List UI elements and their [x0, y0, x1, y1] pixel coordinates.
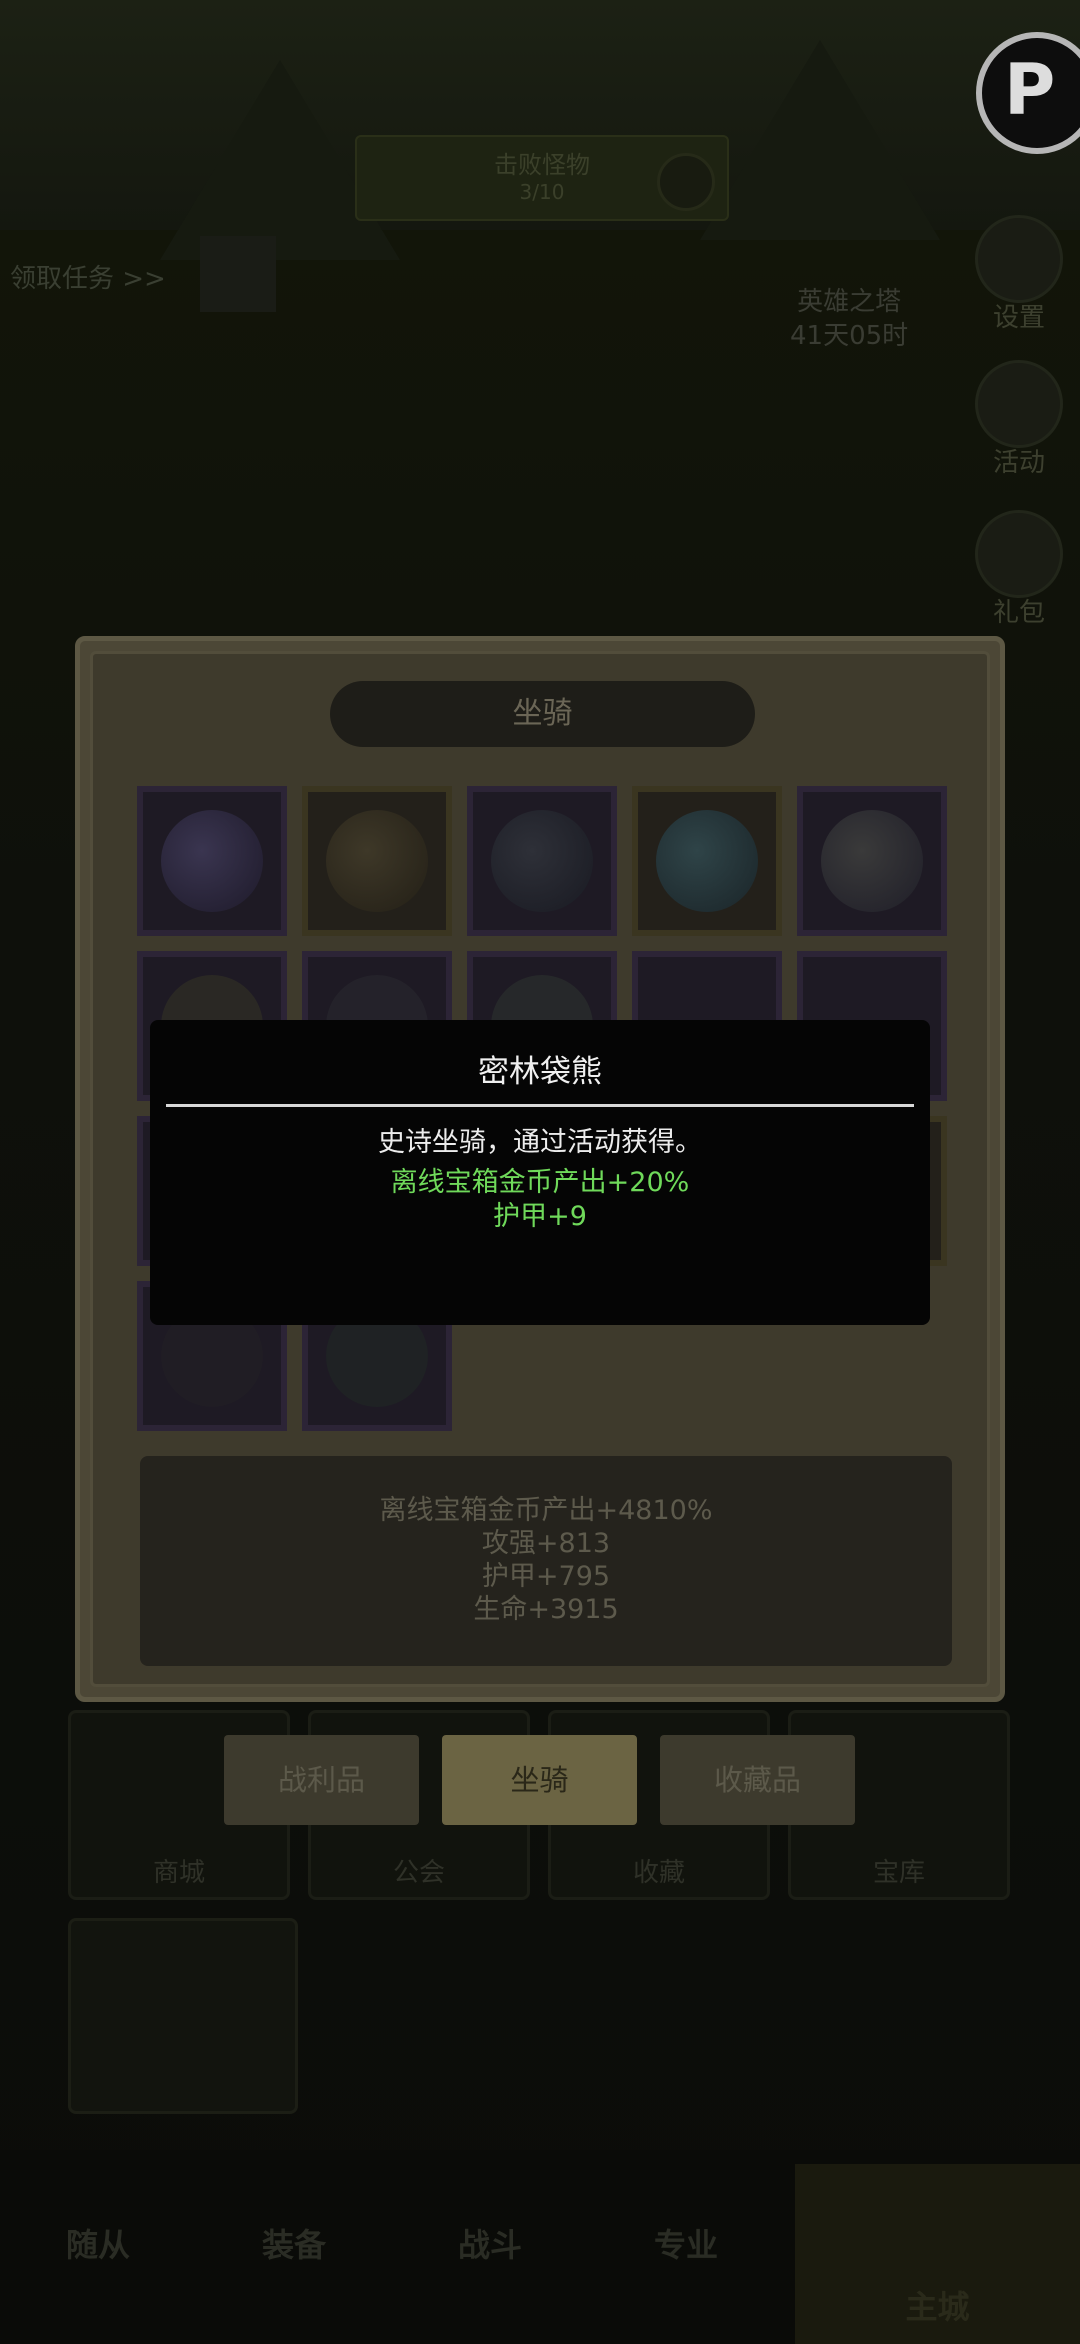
bottom-nav: 随从 装备 战斗 专业 主城: [0, 2150, 1080, 2344]
tower-title: 英雄之塔: [797, 287, 902, 317]
mount-icon: [326, 810, 428, 912]
tower-countdown: 41天05时: [790, 321, 909, 351]
tooltip-attribute: 护甲+9: [493, 1201, 587, 1232]
panel-title: 坐骑: [330, 681, 755, 747]
guild-label: 公会: [392, 1858, 445, 1888]
nav-followers[interactable]: 随从: [0, 2220, 196, 2266]
tooltip-title: 密林袋熊: [478, 1054, 602, 1090]
banner-action-icon[interactable]: [657, 153, 715, 211]
mount-icon: [161, 810, 263, 912]
treasury-label: 宝库: [872, 1858, 925, 1888]
stat-line: 护甲+795: [481, 1561, 611, 1592]
mount-slot[interactable]: [797, 786, 947, 936]
stat-line: 生命+3915: [473, 1594, 619, 1625]
tooltip-divider: [166, 1104, 914, 1107]
mount-slot[interactable]: [632, 786, 782, 936]
tower-timer[interactable]: 英雄之塔 41天05时: [790, 285, 908, 353]
mount-icon: [821, 810, 923, 912]
settings-label: 设置: [992, 303, 1045, 333]
nav-main-city[interactable]: 主城: [795, 2164, 1080, 2344]
quest-link[interactable]: 领取任务 >>: [10, 258, 166, 295]
events-label: 活动: [992, 448, 1045, 478]
gift-pack-label: 礼包: [992, 598, 1045, 628]
settings-button[interactable]: 设置: [964, 215, 1074, 334]
gift-icon: [975, 510, 1063, 598]
mount-icon: [491, 810, 593, 912]
collection-label: 收藏: [632, 1858, 685, 1888]
tooltip-description: 史诗坐骑，通过活动获得。: [378, 1127, 702, 1158]
nav-equipment[interactable]: 装备: [196, 2220, 392, 2266]
mount-slot[interactable]: [137, 786, 287, 936]
mount-slot[interactable]: [302, 786, 452, 936]
gear-icon: [975, 215, 1063, 303]
roof-spire: [700, 40, 940, 240]
stat-line: 离线宝箱金币产出+4810%: [379, 1495, 713, 1526]
mount-tooltip: 密林袋熊 史诗坐骑，通过活动获得。 离线宝箱金币产出+20% 护甲+9: [150, 1020, 930, 1325]
shop-label: 商城: [152, 1858, 205, 1888]
mount-slot[interactable]: [467, 786, 617, 936]
gift-pack-button[interactable]: 礼包: [964, 510, 1074, 629]
stat-line: 攻强+813: [481, 1528, 611, 1559]
tab-loot[interactable]: 战利品: [224, 1735, 419, 1825]
mount-icon: [656, 810, 758, 912]
nav-profession[interactable]: 专业: [588, 2220, 784, 2266]
quest-banner[interactable]: 击败怪物 3/10: [355, 135, 729, 221]
nav-battle[interactable]: 战斗: [392, 2220, 588, 2266]
tab-collectibles[interactable]: 收藏品: [660, 1735, 855, 1825]
calendar-icon: [975, 360, 1063, 448]
quest-item-icon[interactable]: [200, 236, 276, 312]
tab-mounts[interactable]: 坐骑: [442, 1735, 637, 1825]
nav-main-city-label: 主城: [905, 2288, 970, 2326]
events-button[interactable]: 活动: [964, 360, 1074, 479]
pet-card[interactable]: [68, 1918, 298, 2114]
total-bonus-stats: 离线宝箱金币产出+4810% 攻强+813 护甲+795 生命+3915: [140, 1456, 952, 1666]
